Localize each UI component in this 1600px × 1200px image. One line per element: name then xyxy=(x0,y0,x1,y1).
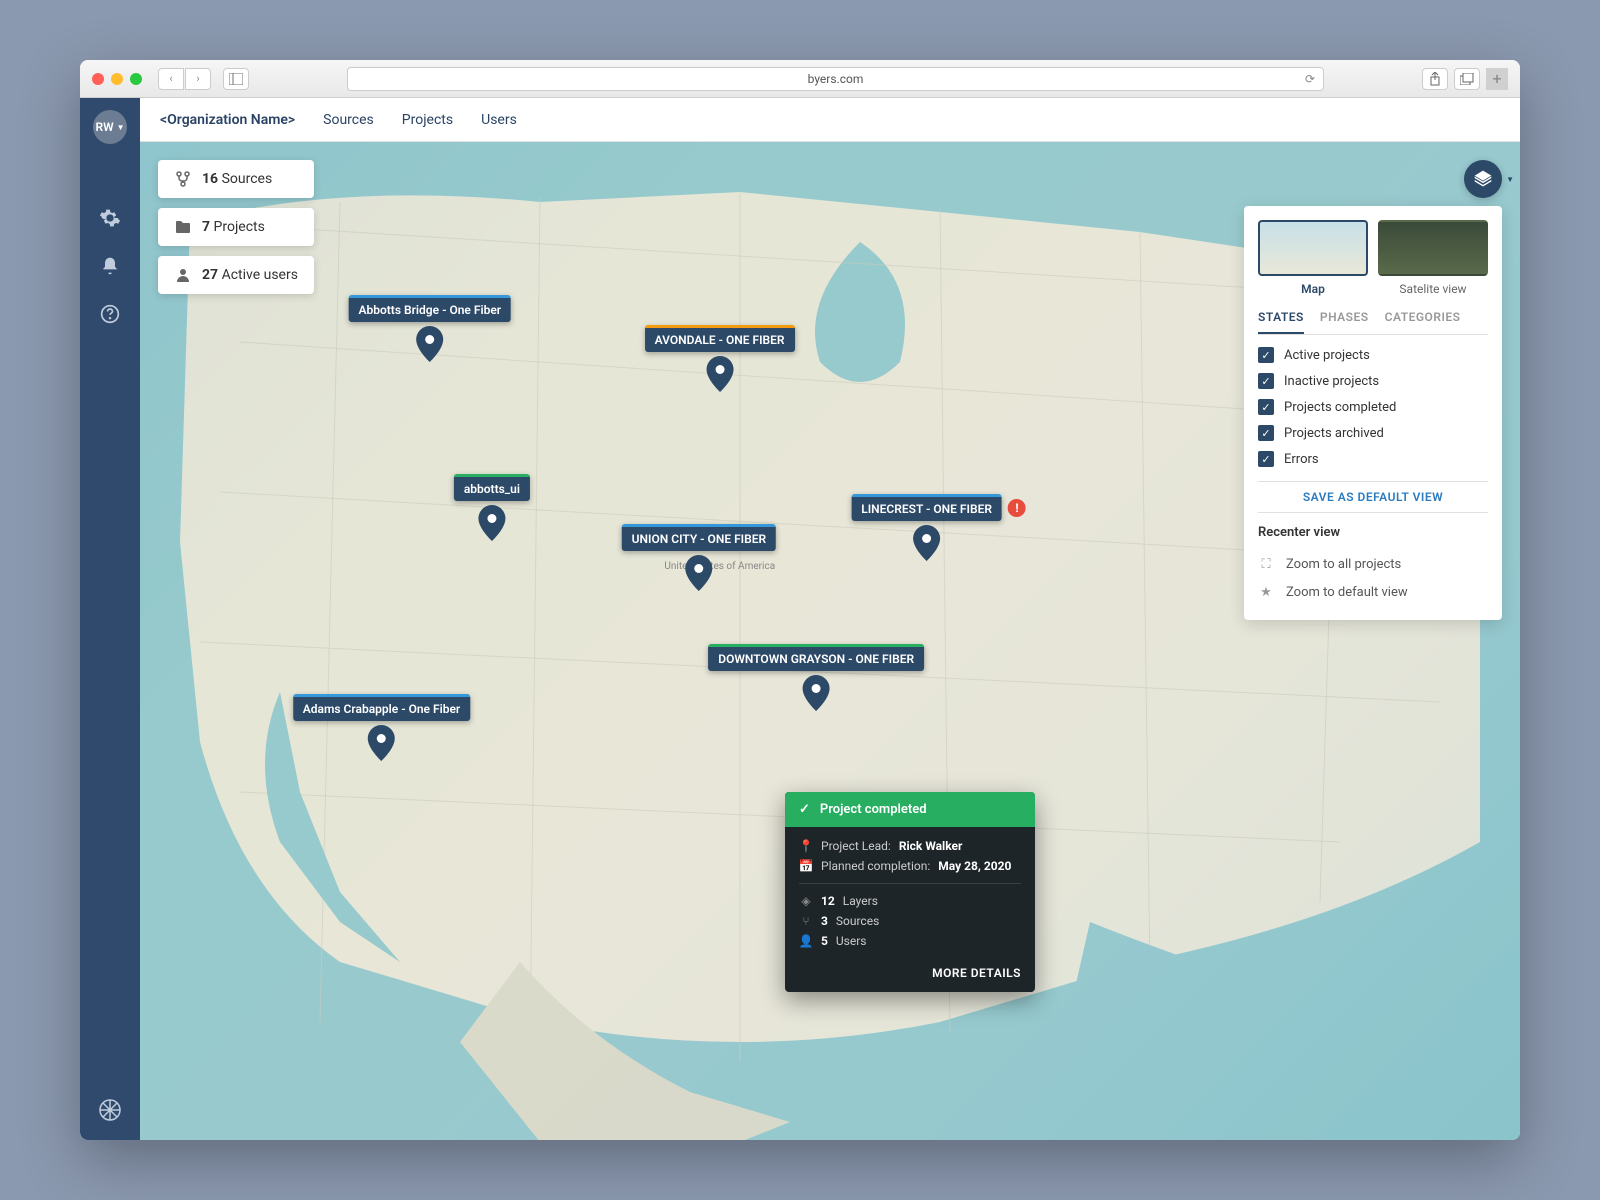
pin-label: LINECREST - ONE FIBER! xyxy=(851,494,1002,521)
star-icon: ★ xyxy=(1258,584,1274,600)
alert-icon: ! xyxy=(1008,499,1026,517)
layers-toggle-button[interactable]: ▼ xyxy=(1464,160,1502,198)
save-default-view-button[interactable]: SAVE AS DEFAULT VIEW xyxy=(1258,481,1488,513)
window-controls[interactable] xyxy=(92,73,142,85)
pin-marker-icon xyxy=(416,326,444,362)
pin-marker-icon xyxy=(802,675,830,711)
map-pin[interactable]: LINECREST - ONE FIBER! xyxy=(851,494,1002,561)
checkbox-icon: ✓ xyxy=(1258,373,1274,389)
pin-marker-icon xyxy=(706,356,734,392)
more-details-button[interactable]: MORE DETAILS xyxy=(785,966,1035,992)
user-icon xyxy=(174,266,192,284)
map-pin[interactable]: Abbotts Bridge - One Fiber xyxy=(348,295,511,362)
user-avatar[interactable]: RW▼ xyxy=(93,110,127,144)
refresh-icon[interactable]: ⟳ xyxy=(1305,72,1315,86)
expand-icon: ⛶ xyxy=(1258,556,1274,572)
stat-users[interactable]: 27 Active users xyxy=(158,256,314,294)
folder-icon xyxy=(174,218,192,236)
popup-status: ✓ Project completed xyxy=(785,792,1035,827)
pin-marker-icon xyxy=(478,505,506,541)
pin-label: abbotts_ui xyxy=(454,474,530,501)
filter-completed[interactable]: ✓Projects completed xyxy=(1258,399,1488,415)
pin-marker-icon xyxy=(367,725,395,761)
pin-label: Adams Crabapple - One Fiber xyxy=(293,694,470,721)
back-button[interactable]: ‹ xyxy=(158,68,184,90)
map-pin[interactable]: abbotts_ui xyxy=(454,474,530,541)
sidebar-toggle-icon[interactable] xyxy=(223,68,249,90)
forward-button[interactable]: › xyxy=(185,68,211,90)
nav-users[interactable]: Users xyxy=(481,112,517,128)
pin-icon: 📍 xyxy=(799,839,813,853)
sidebar: RW▼ xyxy=(80,98,140,1140)
zoom-all-button[interactable]: ⛶Zoom to all projects xyxy=(1258,550,1488,578)
map-pin[interactable]: DOWNTOWN GRAYSON - ONE FIBER xyxy=(708,644,924,711)
new-tab-button[interactable]: + xyxy=(1486,68,1508,90)
filter-inactive[interactable]: ✓Inactive projects xyxy=(1258,373,1488,389)
map-pin[interactable]: Adams Crabapple - One Fiber xyxy=(293,694,470,761)
view-satellite[interactable]: Satelite view xyxy=(1378,220,1488,296)
fork-icon xyxy=(174,170,192,188)
stat-sources[interactable]: 16 Sources xyxy=(158,160,314,198)
project-popup: ✓ Project completed 📍Project Lead: Rick … xyxy=(785,792,1035,992)
view-map[interactable]: Map xyxy=(1258,220,1368,296)
tab-phases[interactable]: PHASES xyxy=(1320,310,1369,334)
share-icon[interactable] xyxy=(1422,68,1448,90)
map[interactable]: United States of America 16 Sources 7 Pr… xyxy=(140,142,1520,1140)
help-icon[interactable] xyxy=(98,302,122,326)
url-bar[interactable]: byers.com⟳ xyxy=(347,67,1324,91)
stat-cards: 16 Sources 7 Projects 27 Active users xyxy=(158,160,314,294)
org-name[interactable]: <Organization Name> xyxy=(160,112,295,128)
checkbox-icon: ✓ xyxy=(1258,451,1274,467)
main: <Organization Name> Sources Projects Use… xyxy=(140,98,1520,1140)
checkbox-icon: ✓ xyxy=(1258,425,1274,441)
pin-label: AVONDALE - ONE FIBER xyxy=(645,325,795,352)
filter-active[interactable]: ✓Active projects xyxy=(1258,347,1488,363)
app: RW▼ <Organization Name> Sources Projects… xyxy=(80,98,1520,1140)
tabs-icon[interactable] xyxy=(1454,68,1480,90)
logo-icon xyxy=(98,1098,122,1122)
tab-categories[interactable]: CATEGORIES xyxy=(1385,310,1461,334)
top-nav: <Organization Name> Sources Projects Use… xyxy=(140,98,1520,142)
pin-label: Abbotts Bridge - One Fiber xyxy=(348,295,511,322)
layers-panel: Map Satelite view STATES PHASES CATEGORI… xyxy=(1244,206,1502,620)
pin-marker-icon xyxy=(685,555,713,591)
checkbox-icon: ✓ xyxy=(1258,347,1274,363)
map-pin[interactable]: AVONDALE - ONE FIBER xyxy=(645,325,795,392)
bell-icon[interactable] xyxy=(98,254,122,278)
chevron-down-icon: ▼ xyxy=(1506,175,1514,184)
chevron-down-icon: ▼ xyxy=(117,123,125,132)
recenter-title: Recenter view xyxy=(1258,525,1488,540)
filter-errors[interactable]: ✓Errors xyxy=(1258,451,1488,467)
pin-marker-icon xyxy=(913,525,941,561)
user-icon: 👤 xyxy=(799,934,813,948)
pin-label: UNION CITY - ONE FIBER xyxy=(622,524,776,551)
check-icon: ✓ xyxy=(799,802,810,817)
nav-projects[interactable]: Projects xyxy=(402,112,453,128)
gear-icon[interactable] xyxy=(98,206,122,230)
nav-sources[interactable]: Sources xyxy=(323,112,374,128)
checkbox-icon: ✓ xyxy=(1258,399,1274,415)
filter-archived[interactable]: ✓Projects archived xyxy=(1258,425,1488,441)
pin-label: DOWNTOWN GRAYSON - ONE FIBER xyxy=(708,644,924,671)
tab-states[interactable]: STATES xyxy=(1258,310,1304,334)
fork-icon: ⑂ xyxy=(799,914,813,928)
browser-window: ‹ › byers.com⟳ + RW▼ <Organization Name>… xyxy=(80,60,1520,1140)
calendar-icon: 📅 xyxy=(799,859,813,873)
layers-icon: ◈ xyxy=(799,894,813,908)
browser-chrome: ‹ › byers.com⟳ + xyxy=(80,60,1520,98)
map-pin[interactable]: UNION CITY - ONE FIBER xyxy=(622,524,776,591)
zoom-default-button[interactable]: ★Zoom to default view xyxy=(1258,578,1488,606)
stat-projects[interactable]: 7 Projects xyxy=(158,208,314,246)
